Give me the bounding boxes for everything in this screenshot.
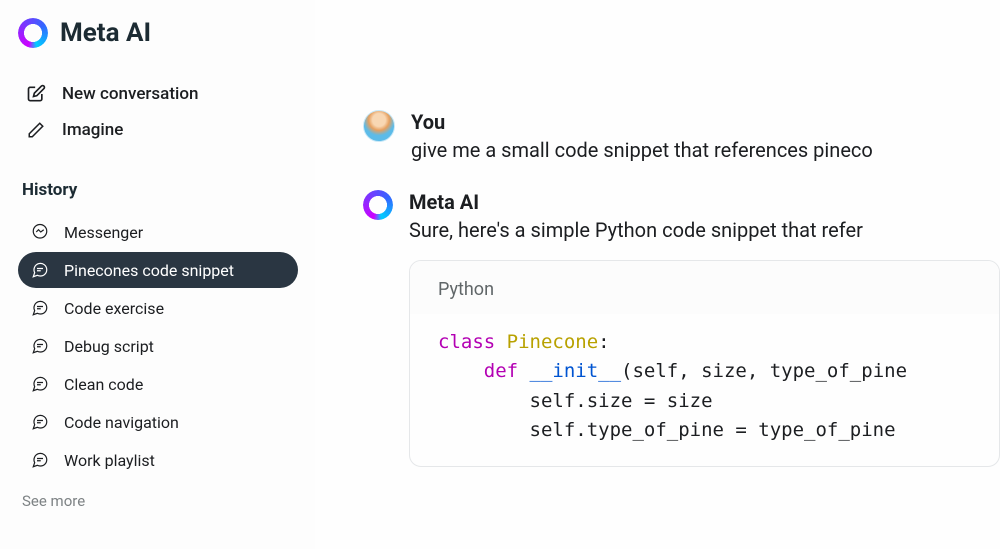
user-message: You give me a small code snippet that re… [315, 110, 1000, 162]
new-conversation-label: New conversation [62, 84, 198, 104]
imagine-button[interactable]: Imagine [18, 112, 305, 148]
primary-actions: New conversation Imagine [18, 76, 305, 148]
see-more-button[interactable]: See more [18, 492, 305, 510]
meta-ai-logo-icon [18, 18, 48, 48]
sidebar-item-debug-script[interactable]: Debug script [18, 328, 298, 364]
history-item-label: Debug script [64, 337, 154, 356]
code-token-function: __init__ [518, 360, 621, 382]
sidebar-item-messenger[interactable]: Messenger [18, 214, 298, 250]
thread-icon [30, 374, 50, 394]
code-language-label: Python [410, 261, 999, 314]
thread-icon [30, 298, 50, 318]
code-token-class: Pinecone [495, 331, 598, 353]
sidebar-item-code-exercise[interactable]: Code exercise [18, 290, 298, 326]
code-token-keyword: class [438, 331, 495, 353]
user-message-body: You give me a small code snippet that re… [411, 110, 1000, 162]
code-block: Python class Pinecone: def __init__(self… [409, 260, 1000, 467]
sidebar-item-clean-code[interactable]: Clean code [18, 366, 298, 402]
assistant-message-body: Meta AI Sure, here's a simple Python cod… [409, 190, 1000, 467]
thread-icon [30, 336, 50, 356]
history-item-label: Code exercise [64, 299, 164, 318]
history-item-label: Code navigation [64, 413, 179, 432]
history-item-label: Messenger [64, 223, 143, 242]
sidebar-item-code-navigation[interactable]: Code navigation [18, 404, 298, 440]
assistant-message-text: Sure, here's a simple Python code snippe… [409, 218, 1000, 242]
pencil-icon [26, 120, 46, 140]
code-token: (self, size, type_of_pine [621, 360, 907, 382]
sidebar: Meta AI New conversation Imagine History [0, 0, 315, 549]
thread-icon [30, 450, 50, 470]
messenger-icon [30, 222, 50, 242]
code-token: self.type_of_pine = type_of_pine [438, 419, 896, 441]
user-author-label: You [411, 110, 1000, 134]
code-token: : [598, 331, 609, 353]
brand: Meta AI [18, 18, 305, 48]
thread-icon [30, 260, 50, 280]
history-item-label: Pinecones code snippet [64, 261, 234, 280]
user-avatar [363, 110, 395, 142]
imagine-label: Imagine [62, 120, 123, 140]
history-label: History [18, 180, 305, 200]
history-list: Messenger Pinecones code snippet Code ex… [18, 214, 305, 478]
sidebar-item-pinecones-code-snippet[interactable]: Pinecones code snippet [18, 252, 298, 288]
brand-title: Meta AI [60, 18, 151, 48]
meta-ai-avatar-icon [363, 190, 393, 220]
code-content: class Pinecone: def __init__(self, size,… [410, 314, 999, 466]
history-item-label: Clean code [64, 375, 143, 394]
code-token: self.size = size [438, 390, 713, 412]
thread-icon [30, 412, 50, 432]
assistant-message: Meta AI Sure, here's a simple Python cod… [315, 190, 1000, 467]
code-token-keyword: def [438, 360, 518, 382]
sidebar-item-work-playlist[interactable]: Work playlist [18, 442, 298, 478]
compose-icon [26, 84, 46, 104]
assistant-author-label: Meta AI [409, 190, 1000, 214]
user-message-text: give me a small code snippet that refere… [411, 138, 1000, 162]
conversation-pane: You give me a small code snippet that re… [315, 0, 1000, 549]
new-conversation-button[interactable]: New conversation [18, 76, 305, 112]
history-item-label: Work playlist [64, 451, 155, 470]
